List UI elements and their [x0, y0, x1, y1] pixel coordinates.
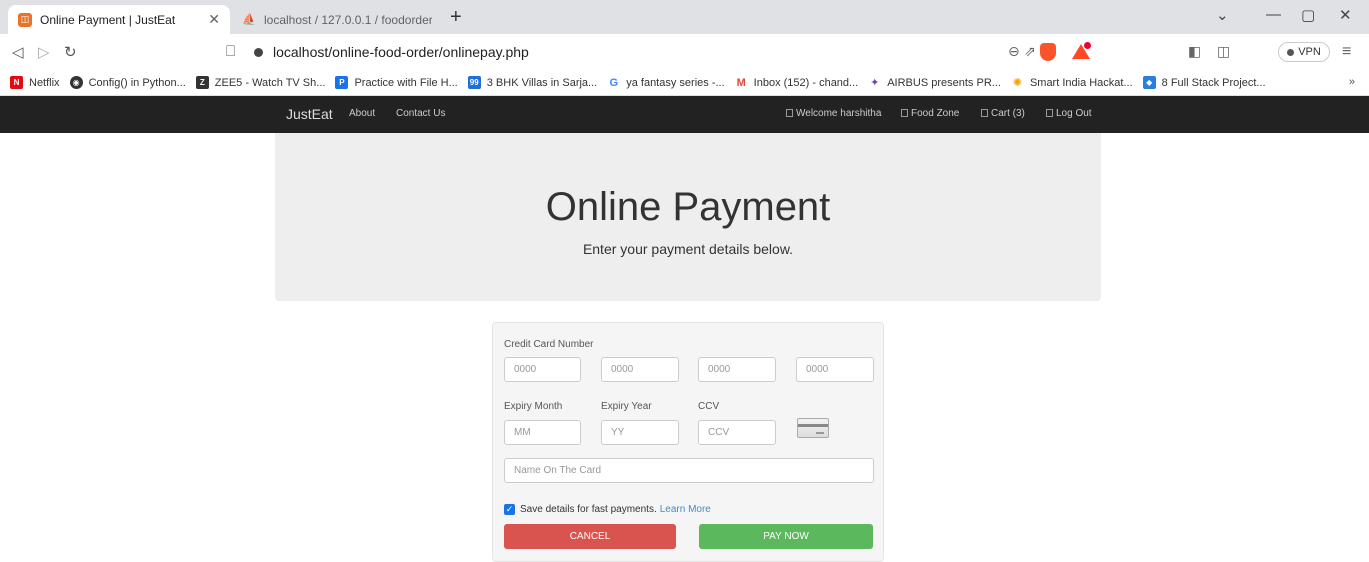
bookmark-netflix[interactable]: N Netflix: [10, 76, 60, 89]
nav-logout[interactable]: Log Out: [1046, 108, 1092, 119]
menu-icon[interactable]: ≡: [1342, 43, 1351, 61]
nav-cart[interactable]: Cart (3): [981, 108, 1025, 119]
bookmark-gmail[interactable]: M Inbox (152) - chand...: [734, 76, 858, 89]
save-details-row: ✓ Save details for fast payments. Learn …: [504, 504, 711, 515]
new-tab-button[interactable]: +: [450, 7, 462, 27]
user-icon: [786, 109, 793, 117]
page-title: Online Payment: [545, 185, 831, 229]
vpn-status-icon: [1287, 48, 1295, 56]
cart-icon: [981, 109, 988, 117]
bookmark-icon[interactable]: ⎕: [226, 43, 235, 60]
bookmark-villas[interactable]: 99 3 BHK Villas in Sarja...: [467, 76, 597, 89]
maximize-icon[interactable]: ▢: [1301, 6, 1315, 24]
expiry-month-label: Expiry Month: [504, 401, 563, 412]
netflix-icon: N: [10, 76, 23, 89]
vpn-label: VPN: [1298, 46, 1321, 58]
card-number-input-1[interactable]: 0000: [504, 357, 581, 382]
jumbotron: Online Payment Enter your payment detail…: [275, 133, 1101, 301]
url-path: /online-food-order/onlinepay.php: [328, 44, 529, 60]
more-bookmarks-icon[interactable]: »: [1349, 76, 1355, 88]
wallet-icon[interactable]: ◫: [1217, 43, 1230, 60]
url-host: localhost: [273, 44, 329, 60]
practice-icon: P: [335, 76, 349, 89]
sidebar-icon[interactable]: ◧: [1188, 43, 1201, 60]
nav-about[interactable]: About: [349, 108, 375, 119]
expiry-year-input[interactable]: YY: [601, 420, 679, 445]
tab-title: localhost / 127.0.0.1 / foodorder / cust: [264, 12, 432, 27]
bookmark-sih[interactable]: ✺ Smart India Hackat...: [1010, 76, 1133, 89]
sih-icon: ✺: [1010, 76, 1024, 89]
card-number-input-3[interactable]: 0000: [698, 357, 776, 382]
pay-now-button[interactable]: PAY NOW: [699, 524, 873, 549]
bookmark-fullstack[interactable]: ◆ 8 Full Stack Project...: [1142, 76, 1266, 89]
justeat-favicon-icon: ◫: [18, 12, 32, 27]
nav-food-zone[interactable]: Food Zone: [901, 108, 959, 119]
brave-shields-icon[interactable]: [1040, 43, 1056, 61]
bookmark-airbus[interactable]: ✦ AIRBUS presents PR...: [868, 76, 1001, 89]
rewards-badge: [1084, 42, 1091, 49]
gmail-icon: M: [734, 76, 748, 89]
brand-link[interactable]: JustEat: [286, 106, 333, 122]
tab-search-chevron-icon[interactable]: ⌄: [1216, 6, 1229, 24]
cancel-button[interactable]: CANCEL: [504, 524, 676, 549]
name-on-card-input[interactable]: Name On The Card: [504, 458, 874, 483]
learn-more-link[interactable]: Learn More: [660, 504, 711, 515]
close-window-icon[interactable]: ✕: [1339, 6, 1352, 24]
site-navbar: JustEat About Contact Us Welcome harshit…: [0, 96, 1369, 133]
zee5-icon: Z: [195, 76, 209, 89]
card-number-label: Credit Card Number: [504, 339, 594, 350]
expiry-year-label: Expiry Year: [601, 401, 652, 412]
forward-icon[interactable]: ▷: [38, 43, 50, 61]
save-details-checkbox[interactable]: ✓: [504, 504, 515, 515]
tab-title: Online Payment | JustEat: [40, 12, 176, 27]
zoom-icon[interactable]: ⊖: [1008, 43, 1020, 60]
logout-icon: [1046, 109, 1053, 117]
back-icon[interactable]: ◁: [12, 43, 24, 61]
phpmyadmin-favicon-icon: ⛵: [242, 14, 256, 26]
site-info-icon[interactable]: [254, 47, 263, 57]
food-icon: [901, 109, 908, 117]
airbus-icon: ✦: [868, 76, 882, 89]
bookmark-practice[interactable]: P Practice with File H...: [335, 76, 458, 89]
tab-phpmyadmin[interactable]: ⛵ localhost / 127.0.0.1 / foodorder / cu…: [232, 5, 442, 34]
ccv-input[interactable]: CCV: [698, 420, 776, 445]
card-number-input-4[interactable]: 0000: [796, 357, 874, 382]
page-subtitle: Enter your payment details below.: [582, 241, 794, 257]
address-bar-row: ◁ ▷ ↻ ⎕ localhost/online-food-order/onli…: [0, 34, 1369, 70]
bookmarks-bar: N Netflix ◉ Config() in Python... Z ZEE5 - …: [0, 70, 1369, 96]
card-number-input-2[interactable]: 0000: [601, 357, 679, 382]
minimize-icon[interactable]: —: [1266, 6, 1281, 23]
99-icon: 99: [467, 76, 481, 89]
bookmark-zee5[interactable]: Z ZEE5 - Watch TV Sh...: [195, 76, 325, 89]
tab-online-payment[interactable]: ◫ Online Payment | JustEat ✕: [8, 5, 230, 34]
bookmark-google[interactable]: Gya fantasy series -...: [607, 76, 725, 89]
reload-icon[interactable]: ↻: [64, 43, 77, 61]
save-details-label: Save details for fast payments.: [520, 504, 657, 515]
credit-card-icon: [797, 418, 829, 438]
url-field[interactable]: localhost/online-food-order/onlinepay.ph…: [254, 41, 1134, 63]
nav-welcome[interactable]: Welcome harshitha: [786, 108, 881, 119]
payment-form: Credit Card Number 0000 0000 0000 0000 E…: [492, 322, 884, 562]
google-icon: G: [607, 76, 621, 89]
bookmark-config[interactable]: ◉ Config() in Python...: [69, 76, 186, 89]
nav-contact[interactable]: Contact Us: [396, 108, 445, 119]
browser-tab-bar: ◫ Online Payment | JustEat ✕ ⛵ localhost…: [0, 0, 1369, 34]
share-icon[interactable]: ⇗: [1024, 43, 1036, 60]
ccv-label: CCV: [698, 401, 720, 412]
vpn-button[interactable]: VPN: [1278, 42, 1330, 62]
project-icon: ◆: [1142, 76, 1156, 89]
expiry-month-input[interactable]: MM: [504, 420, 581, 445]
close-tab-icon[interactable]: ✕: [208, 11, 220, 28]
globe-icon: ◉: [69, 76, 83, 89]
